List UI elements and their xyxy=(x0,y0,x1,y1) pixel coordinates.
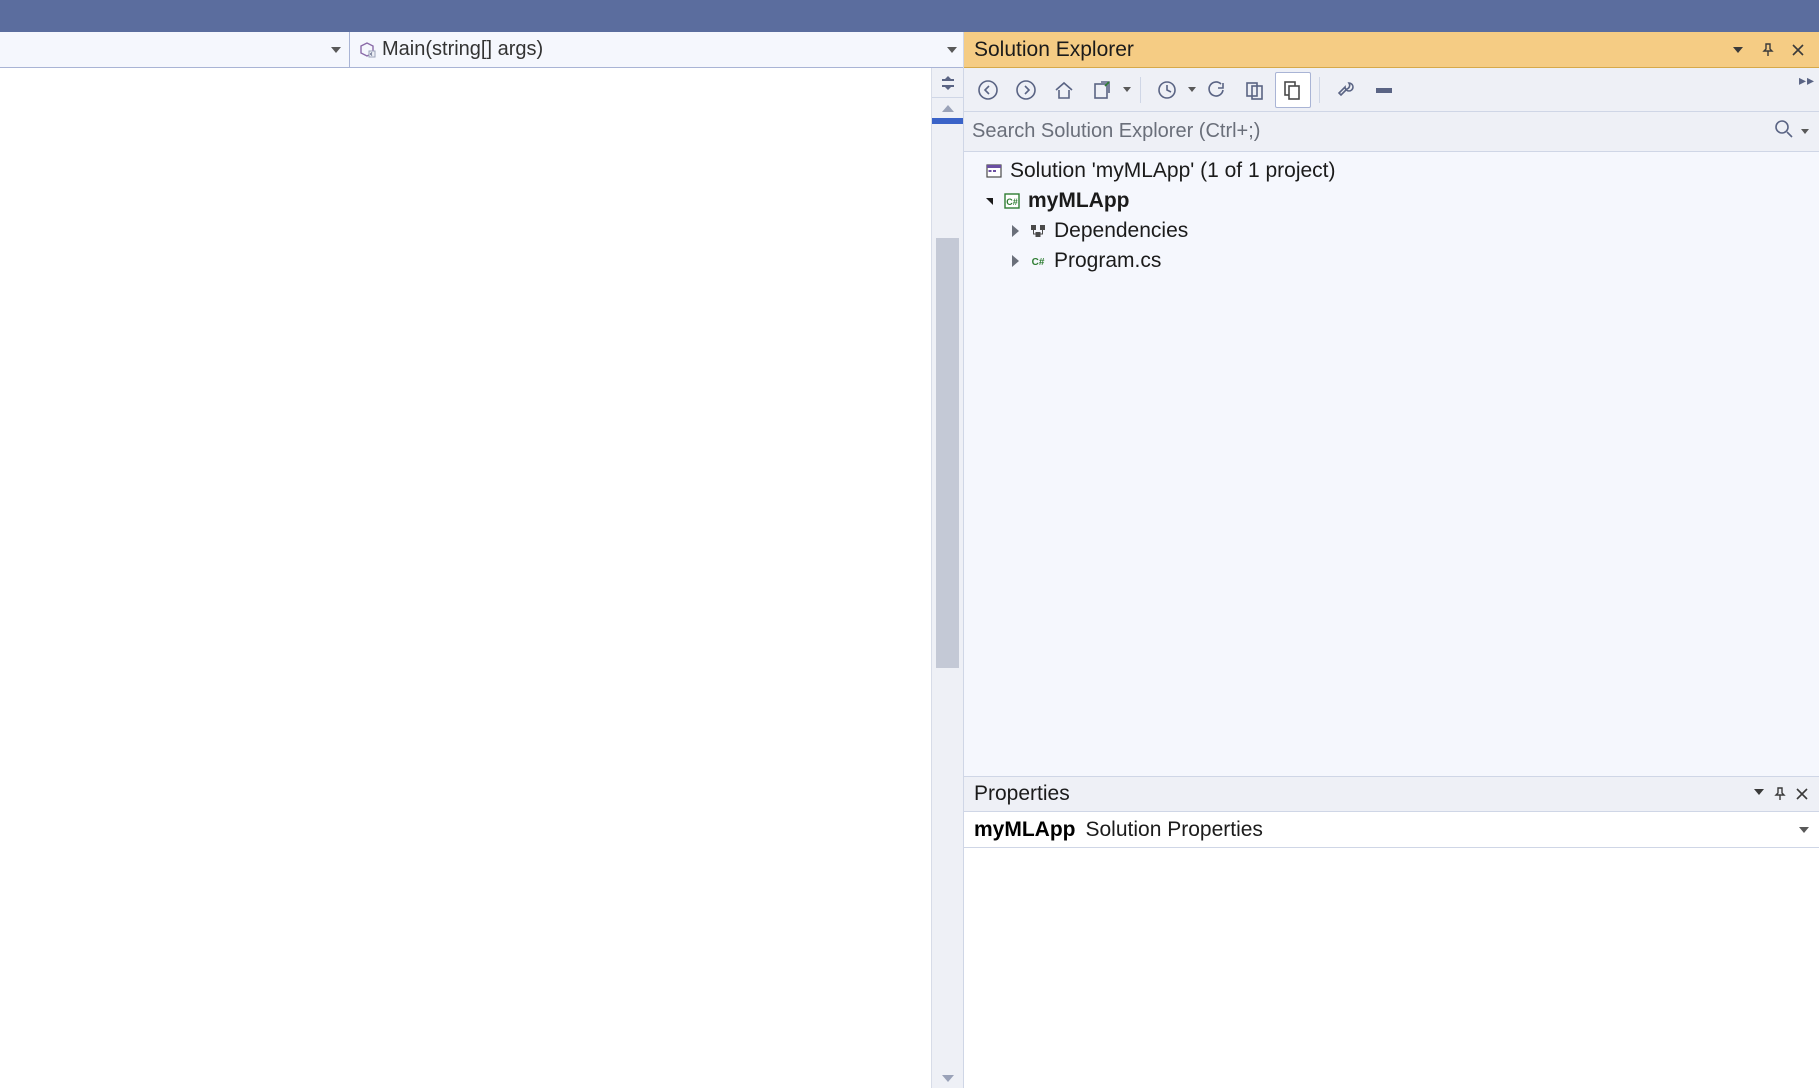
properties-button[interactable] xyxy=(1328,72,1364,108)
split-handle-icon[interactable] xyxy=(932,68,963,98)
sync-active-document-button[interactable] xyxy=(1199,72,1235,108)
code-navigator-scope-dropdown[interactable] xyxy=(0,32,350,67)
pin-icon[interactable] xyxy=(1757,39,1779,61)
solution-explorer-title: Solution Explorer xyxy=(974,38,1719,62)
csharp-file-icon: C# xyxy=(1028,251,1048,271)
pin-icon[interactable] xyxy=(1773,787,1787,801)
dependencies-label: Dependencies xyxy=(1054,219,1188,243)
refresh-button[interactable] xyxy=(1237,72,1273,108)
close-icon[interactable] xyxy=(1795,787,1809,801)
search-icon[interactable] xyxy=(1773,118,1795,145)
close-icon[interactable] xyxy=(1787,39,1809,61)
properties-title: Properties xyxy=(974,782,1745,806)
search-options-dropdown[interactable] xyxy=(1801,129,1811,134)
properties-titlebar: Properties xyxy=(964,776,1819,812)
toolbar-overflow-icon[interactable]: ▸▸ xyxy=(1799,72,1815,89)
code-editor-canvas[interactable] xyxy=(0,68,931,1088)
properties-grid[interactable] xyxy=(964,848,1819,1088)
properties-object-desc: Solution Properties xyxy=(1086,818,1263,842)
svg-text:C#: C# xyxy=(1032,257,1045,268)
scroll-thumb[interactable] xyxy=(936,238,959,668)
solution-explorer-titlebar: Solution Explorer xyxy=(964,32,1819,68)
scroll-down-button[interactable] xyxy=(932,1068,963,1088)
code-navigator-bar: Main(string[] args) xyxy=(0,32,963,68)
properties-object-selector[interactable]: myMLApp Solution Properties xyxy=(964,812,1819,848)
window-position-dropdown-icon[interactable] xyxy=(1727,39,1749,61)
scroll-marker xyxy=(932,118,963,124)
member-label: Main(string[] args) xyxy=(382,38,543,61)
tree-node-dependencies[interactable]: Dependencies xyxy=(964,216,1819,246)
solution-explorer-tree[interactable]: Solution 'myMLApp' (1 of 1 project) C# m… xyxy=(964,152,1819,776)
toolbar-separator xyxy=(1319,77,1320,103)
tree-node-project[interactable]: C# myMLApp xyxy=(964,186,1819,216)
window-position-dropdown-icon[interactable] xyxy=(1753,785,1765,803)
expander-closed-icon[interactable] xyxy=(1008,224,1022,238)
expander-closed-icon[interactable] xyxy=(1008,254,1022,268)
editor-vertical-scrollbar[interactable] xyxy=(931,68,963,1088)
svg-text:C#: C# xyxy=(1006,197,1018,207)
pending-changes-filter-button[interactable] xyxy=(1149,72,1185,108)
pending-changes-dropdown[interactable] xyxy=(1187,87,1197,92)
scroll-up-button[interactable] xyxy=(932,98,963,118)
method-icon xyxy=(358,41,376,59)
show-all-files-button[interactable] xyxy=(1275,72,1311,108)
project-label: myMLApp xyxy=(1028,189,1130,213)
preview-selected-items-button[interactable] xyxy=(1366,72,1402,108)
chevron-down-icon xyxy=(947,47,957,53)
switch-views-button[interactable] xyxy=(1084,72,1120,108)
tree-node-program-cs[interactable]: C# Program.cs xyxy=(964,246,1819,276)
csharp-project-icon: C# xyxy=(1002,191,1022,211)
properties-object-name: myMLApp xyxy=(974,818,1076,842)
tree-node-solution[interactable]: Solution 'myMLApp' (1 of 1 project) xyxy=(964,156,1819,186)
solution-icon xyxy=(984,161,1004,181)
program-label: Program.cs xyxy=(1054,249,1161,273)
forward-button[interactable] xyxy=(1008,72,1044,108)
switch-views-dropdown[interactable] xyxy=(1122,87,1132,92)
editor-column: Main(string[] args) xyxy=(0,32,964,1088)
chevron-down-icon xyxy=(331,47,341,53)
toolbar-separator xyxy=(1140,77,1141,103)
expander-open-icon[interactable] xyxy=(982,194,996,208)
titlebar xyxy=(0,0,1819,32)
back-button[interactable] xyxy=(970,72,1006,108)
solution-label: Solution 'myMLApp' (1 of 1 project) xyxy=(1010,159,1336,183)
home-button[interactable] xyxy=(1046,72,1082,108)
chevron-down-icon xyxy=(1799,827,1809,833)
scroll-track[interactable] xyxy=(932,118,963,1068)
search-input[interactable] xyxy=(972,120,1767,143)
solution-explorer-toolbar: ▸▸ xyxy=(964,68,1819,112)
code-navigator-member-dropdown[interactable]: Main(string[] args) xyxy=(350,32,963,67)
dependencies-icon xyxy=(1028,221,1048,241)
solution-explorer-search-row xyxy=(964,112,1819,152)
